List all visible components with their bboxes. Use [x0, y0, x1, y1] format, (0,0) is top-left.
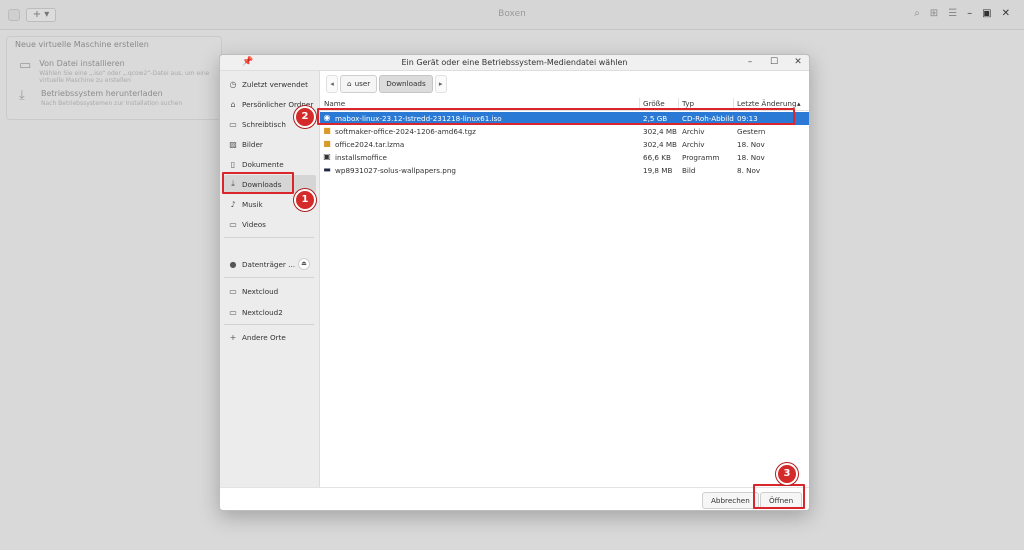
cancel-button[interactable]: Abbrechen: [702, 492, 759, 509]
option-title: Von Datei installieren: [39, 59, 125, 68]
option-subtitle: Nach Betriebssystemen zur Installation s…: [41, 100, 183, 107]
download-os-option[interactable]: ⤓ Betriebssystem herunterladen Nach Betr…: [19, 88, 183, 108]
menu-icon[interactable]: ☰: [948, 8, 957, 19]
new-vm-panel: Neue virtuelle Maschine erstellen ▭ Von …: [6, 36, 222, 120]
file-row[interactable]: ▬ wp8931027-solus-wallpapers.png 19,8 MB…: [320, 164, 809, 177]
path-back-button[interactable]: ◂: [326, 75, 338, 93]
highlight-downloads: [222, 172, 294, 194]
drive-icon: ●: [229, 259, 237, 269]
dialog-title: Ein Gerät oder eine Betriebssystem-Medie…: [401, 58, 628, 67]
file-list-area: ◂ ⌂ user Downloads ▸ Name Größe Typ Letzt…: [320, 71, 809, 487]
archive-icon: ■: [323, 126, 331, 135]
highlight-open-button: [753, 484, 805, 509]
highlight-iso-file: [317, 108, 795, 125]
file-row[interactable]: ■ softmaker-office-2024-1206-amd64.tgz 3…: [320, 125, 809, 138]
image-icon: ▨: [229, 139, 237, 149]
maximize-icon[interactable]: ☐: [767, 56, 781, 69]
home-icon: ⌂: [230, 99, 236, 109]
folder-icon: ▭: [19, 58, 32, 73]
folder-icon: ▭: [229, 307, 237, 317]
music-icon: ♪: [230, 199, 236, 209]
header-actions: ⌕ ⊞ ☰ – ▣ ✕: [914, 8, 1010, 19]
sidebar-item-recent[interactable]: ◷ Zuletzt verwendet: [224, 75, 316, 93]
column-header-name[interactable]: Name: [324, 99, 345, 108]
sidebar-item-pictures[interactable]: ▨ Bilder: [224, 135, 316, 153]
panel-title: Neue virtuelle Maschine erstellen: [15, 40, 149, 49]
video-icon: ▭: [229, 219, 237, 229]
file-type: Bild: [682, 166, 696, 175]
option-title: Betriebssystem herunterladen: [41, 89, 163, 98]
sidebar-item-videos[interactable]: ▭ Videos: [224, 215, 316, 233]
places-sidebar: ◷ Zuletzt verwendet ⌂ Persönlicher Ordner …: [220, 71, 320, 487]
minimize-icon[interactable]: –: [967, 8, 972, 19]
plus-icon: +: [229, 332, 237, 342]
sidebar-divider: [224, 277, 314, 278]
app-title: Boxen: [498, 9, 526, 19]
file-size: 19,8 MB: [643, 166, 673, 175]
step-badge-2: 2: [294, 106, 316, 128]
chevron-right-icon: ▸: [438, 79, 443, 88]
path-segment-downloads[interactable]: Downloads: [379, 75, 433, 93]
sidebar-item-documents[interactable]: ▯ Dokumente: [224, 155, 316, 173]
file-name: office2024.tar.lzma: [335, 140, 405, 149]
app-header: + ▾ Boxen ⌕ ⊞ ☰ – ▣ ✕: [0, 0, 1024, 30]
step-badge-1: 1: [294, 189, 316, 211]
minimize-icon[interactable]: –: [743, 56, 757, 69]
sidebar-item-other-locations[interactable]: + Andere Orte: [224, 328, 316, 346]
eject-icon[interactable]: ⏏: [298, 258, 310, 270]
grid-view-icon[interactable]: ⊞: [930, 8, 938, 19]
executable-icon: ▣: [323, 152, 331, 161]
document-icon: ▯: [230, 159, 236, 169]
path-bar: ◂ ⌂ user Downloads ▸: [326, 75, 447, 93]
sidebar-item-nextcloud[interactable]: ▭ Nextcloud: [224, 282, 316, 300]
file-name: wp8931027-solus-wallpapers.png: [335, 166, 456, 175]
dialog-footer: Abbrechen Öffnen: [220, 487, 809, 510]
step-badge-3: 3: [776, 463, 798, 485]
sidebar-item-nextcloud2[interactable]: ▭ Nextcloud2: [224, 303, 316, 321]
close-icon[interactable]: ✕: [1002, 8, 1010, 19]
file-row[interactable]: ■ office2024.tar.lzma 302,4 MB Archiv 18…: [320, 138, 809, 151]
file-size: 302,4 MB: [643, 140, 677, 149]
column-header-modified[interactable]: Letzte Änderung: [737, 99, 797, 108]
file-name: softmaker-office-2024-1206-amd64.tgz: [335, 127, 476, 136]
sidebar-divider: [224, 237, 314, 238]
home-icon: ⌂: [347, 79, 352, 88]
sidebar-item-drive[interactable]: ● Datenträger ...: [224, 255, 298, 273]
file-type: Programm: [682, 153, 720, 162]
file-size: 302,4 MB: [643, 127, 677, 136]
file-size: 66,6 KB: [643, 153, 671, 162]
image-file-icon: ▬: [323, 165, 331, 174]
folder-icon: ▭: [229, 286, 237, 296]
file-modified: 8. Nov: [737, 166, 761, 175]
file-modified: 18. Nov: [737, 153, 765, 162]
maximize-icon[interactable]: ▣: [982, 8, 991, 19]
clock-icon: ◷: [229, 79, 237, 89]
file-type: Archiv: [682, 127, 705, 136]
download-icon: ⤓: [19, 88, 25, 103]
dialog-titlebar: 📌 Ein Gerät oder eine Betriebssystem-Med…: [220, 55, 809, 71]
chevron-left-icon: ◂: [330, 79, 334, 88]
file-modified: Gestern: [737, 127, 766, 136]
file-name: installsmoffice: [335, 153, 387, 162]
file-type: Archiv: [682, 140, 705, 149]
path-segment-home[interactable]: ⌂ user: [340, 75, 378, 93]
desktop-icon: ▭: [229, 119, 237, 129]
file-modified: 18. Nov: [737, 140, 765, 149]
close-icon[interactable]: ✕: [791, 56, 805, 69]
archive-icon: ■: [323, 139, 331, 148]
sidebar-divider: [224, 324, 314, 325]
sort-ascending-icon: ▴: [797, 99, 801, 108]
path-forward-button[interactable]: ▸: [434, 75, 447, 93]
file-row[interactable]: ▣ installsmoffice 66,6 KB Programm 18. N…: [320, 151, 809, 164]
column-header-type[interactable]: Typ: [682, 99, 694, 108]
option-subtitle: Wählen Sie eine „.iso“ oder „.qcow2“-Dat…: [39, 70, 210, 84]
column-header-size[interactable]: Größe: [643, 99, 665, 108]
install-from-file-option[interactable]: ▭ Von Datei installieren Wählen Sie eine…: [19, 58, 221, 85]
search-icon[interactable]: ⌕: [914, 8, 920, 19]
